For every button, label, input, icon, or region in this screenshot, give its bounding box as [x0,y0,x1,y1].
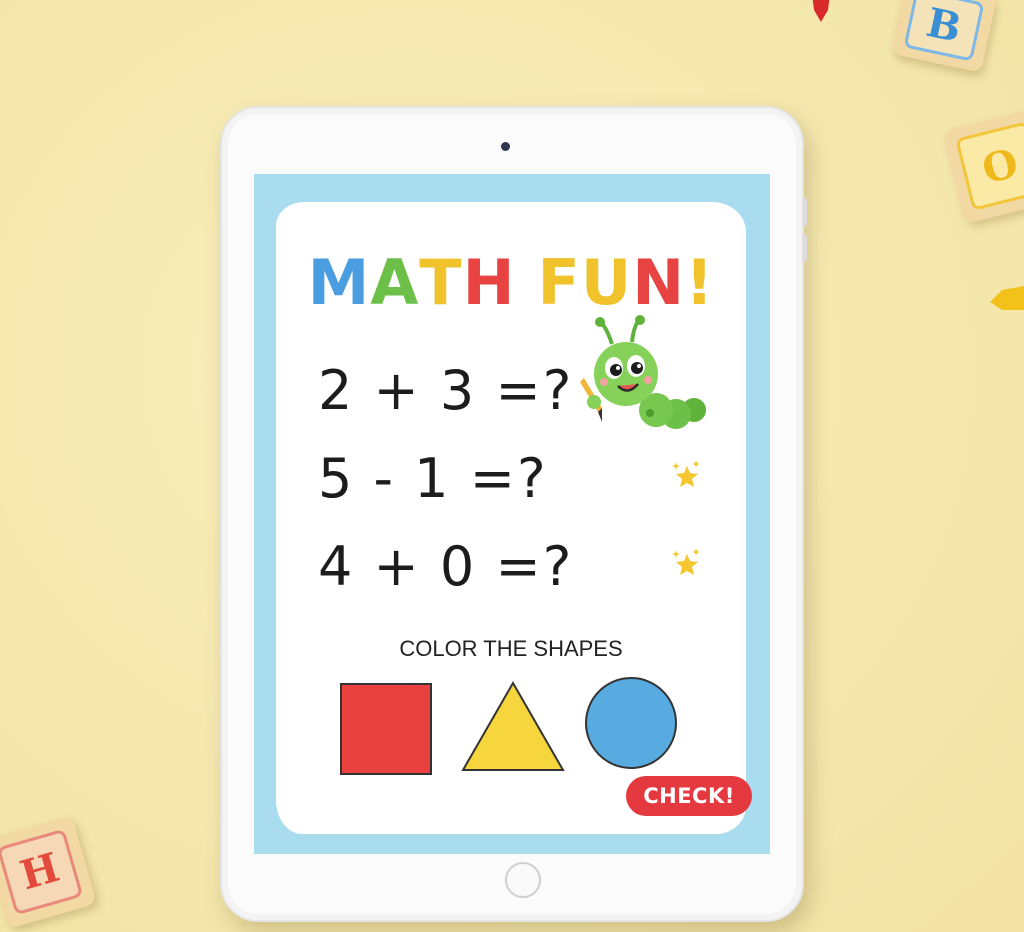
tablet-device: MATH FUN! 2 + 3 =? 5 - 1 =? 4 + 0 =? COL… [220,106,807,922]
title-letter: T [419,246,463,319]
math-problem-2: 5 - 1 =? [318,447,548,510]
page-title: MATH FUN! [276,252,746,314]
title-letter: M [307,246,371,319]
red-crayon-icon [808,0,834,28]
camera-icon [501,142,510,151]
title-letter: N [632,246,686,319]
red-square-shape[interactable] [340,683,432,775]
worksheet-card: MATH FUN! 2 + 3 =? 5 - 1 =? 4 + 0 =? COL… [276,202,752,834]
volume-button [803,198,807,226]
block-b-letter: B [903,0,985,62]
shapes-section-label: COLOR THE SHAPES [399,636,623,661]
yellow-crayon-icon [988,282,1024,318]
check-button[interactable]: CHECK! [626,776,752,816]
letter-block-b: B [890,0,998,73]
math-problem-1: 2 + 3 =? [318,359,574,422]
letter-block-h: H [0,815,97,929]
title-letter: ! [685,246,715,319]
star-icon [670,458,704,492]
block-h-letter: H [0,828,84,916]
math-problem-3: 4 + 0 =? [318,535,574,598]
caterpillar-mascot-icon [576,312,716,442]
letter-block-o: O [941,107,1024,225]
title-letter: H [462,246,516,319]
blue-circle-shape[interactable] [585,677,677,769]
title-letter: A [370,246,420,319]
volume-button-2 [803,234,807,262]
title-letter: U [580,246,633,319]
yellow-triangle-shape[interactable] [460,680,566,774]
title-letter: F [537,246,581,319]
home-button-icon[interactable] [505,862,541,898]
block-o-letter: O [955,121,1024,211]
tablet-screen: MATH FUN! 2 + 3 =? 5 - 1 =? 4 + 0 =? COL… [254,174,770,854]
star-icon [670,546,704,580]
